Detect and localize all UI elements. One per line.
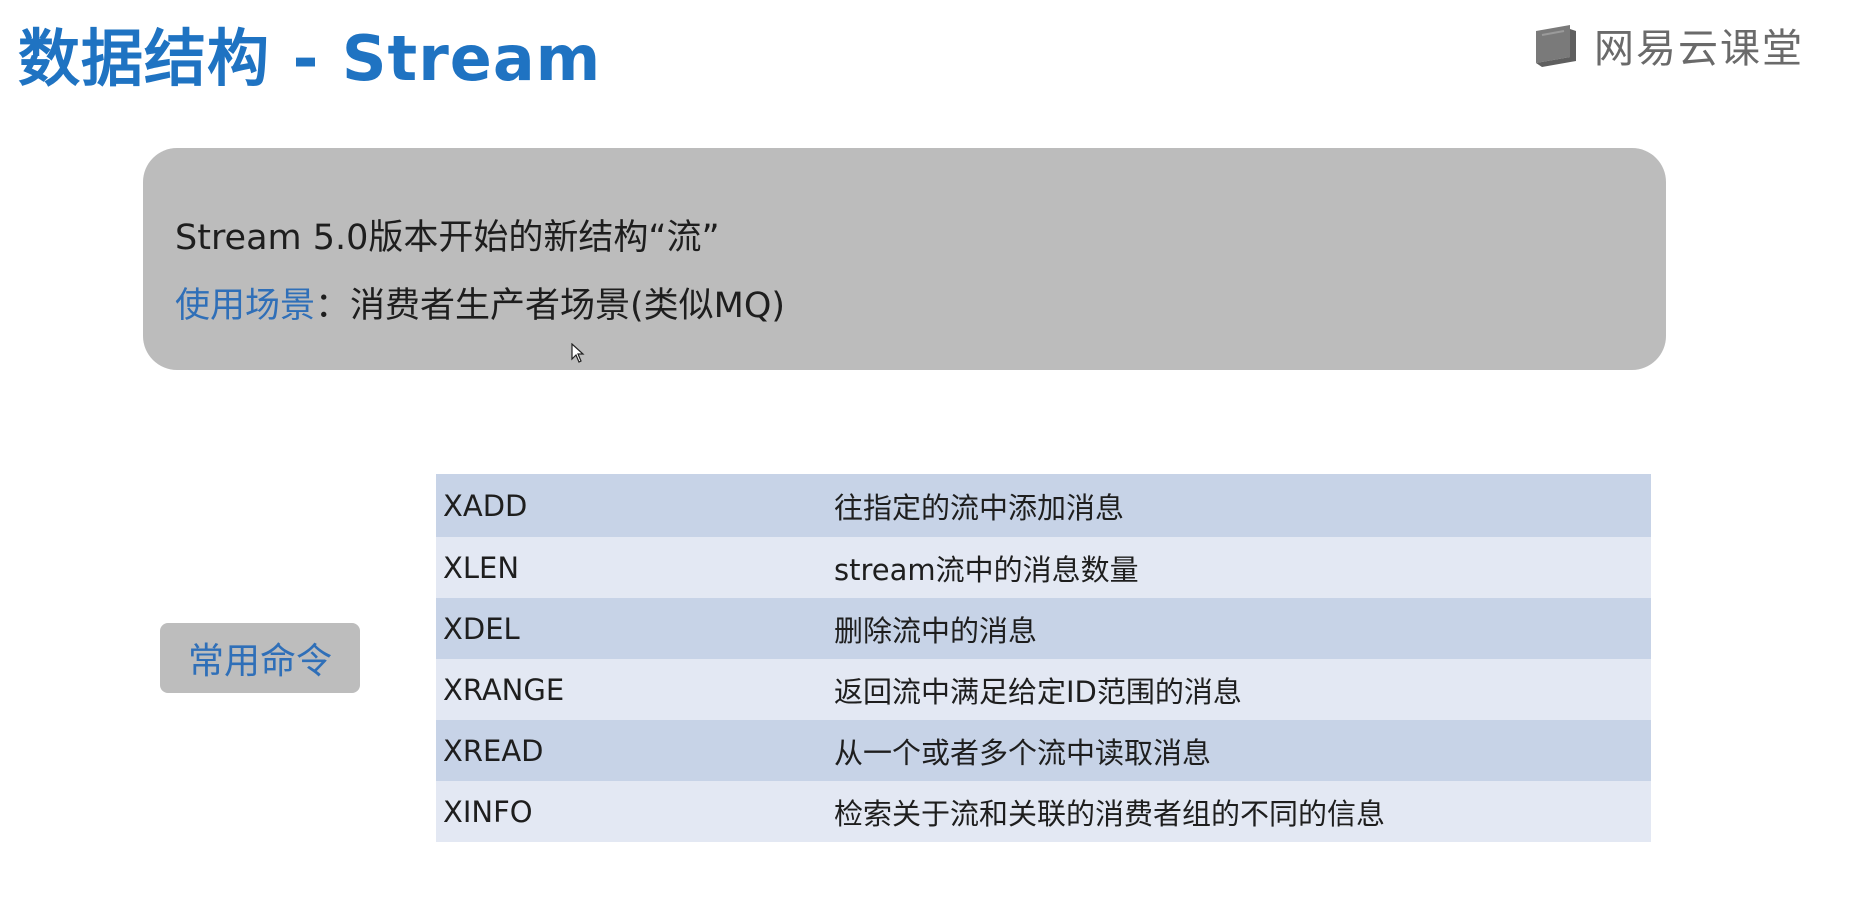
command-name: XRANGE bbox=[443, 672, 565, 707]
command-desc: 从一个或者多个流中读取消息 bbox=[834, 735, 1212, 770]
table-row: XRANGE 返回流中满足给定ID范围的消息 bbox=[436, 659, 1651, 720]
usage-separator: ： bbox=[315, 286, 351, 326]
brand-name: 网易云课堂 bbox=[1594, 26, 1804, 72]
table-row: XLEN stream流中的消息数量 bbox=[436, 537, 1651, 598]
mouse-cursor-icon bbox=[571, 343, 585, 363]
command-desc: 删除流中的消息 bbox=[834, 613, 1038, 648]
command-desc: 检索关于流和关联的消费者组的不同的信息 bbox=[834, 796, 1386, 831]
command-name: XADD bbox=[443, 488, 528, 523]
command-name: XLEN bbox=[443, 550, 520, 585]
page-title: 数据结构 - Stream bbox=[18, 22, 602, 95]
table-row: XDEL 删除流中的消息 bbox=[436, 598, 1651, 659]
table-row: XREAD 从一个或者多个流中读取消息 bbox=[436, 720, 1651, 781]
commands-table: XADD 往指定的流中添加消息 XLEN stream流中的消息数量 XDEL … bbox=[436, 474, 1651, 842]
command-desc: 返回流中满足给定ID范围的消息 bbox=[834, 674, 1242, 709]
usage-label: 使用场景 bbox=[175, 286, 316, 326]
usage-text: 消费者生产者场景(类似MQ) bbox=[350, 286, 786, 326]
command-desc: 往指定的流中添加消息 bbox=[834, 490, 1125, 525]
common-commands-badge: 常用命令 bbox=[160, 623, 360, 693]
intro-line: Stream 5.0版本开始的新结构“流” bbox=[175, 218, 720, 258]
command-desc: stream流中的消息数量 bbox=[834, 552, 1139, 587]
table-row: XINFO 检索关于流和关联的消费者组的不同的信息 bbox=[436, 781, 1651, 842]
command-name: XDEL bbox=[443, 611, 520, 646]
table-row: XADD 往指定的流中添加消息 bbox=[436, 474, 1651, 537]
command-name: XREAD bbox=[443, 733, 544, 768]
brand: 网易云课堂 bbox=[1532, 16, 1804, 74]
intro-box: Stream 5.0版本开始的新结构“流” 使用场景：消费者生产者场景(类似MQ… bbox=[143, 148, 1666, 370]
usage-line: 使用场景：消费者生产者场景(类似MQ) bbox=[175, 272, 1666, 340]
book-icon bbox=[1536, 25, 1576, 67]
command-name: XINFO bbox=[443, 794, 533, 829]
